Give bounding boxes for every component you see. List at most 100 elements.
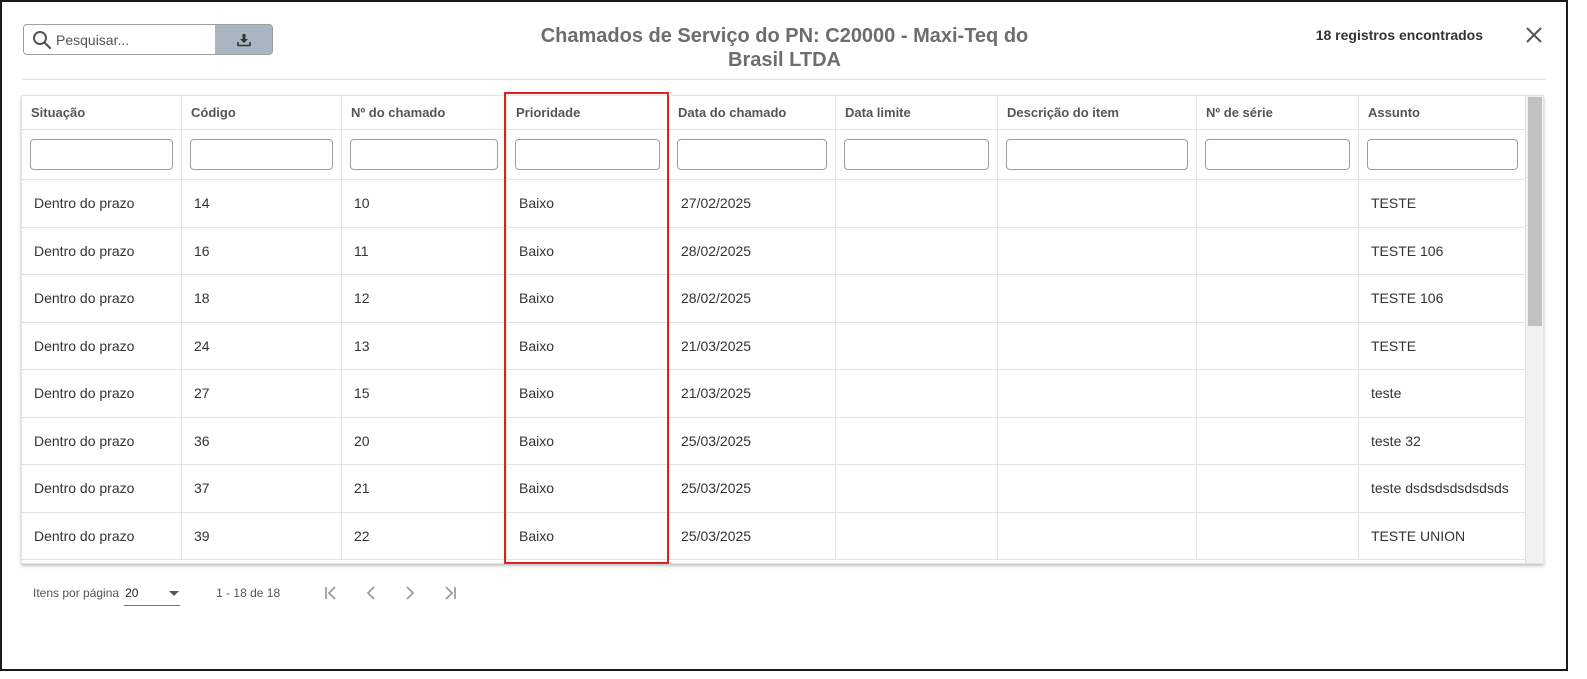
table-cell: TESTE UNION xyxy=(1371,527,1466,544)
table-cell: Dentro do prazo xyxy=(22,275,182,322)
close-button[interactable] xyxy=(1524,25,1544,45)
filter-input-data-limite[interactable] xyxy=(844,139,989,170)
table-cell xyxy=(1197,417,1359,464)
last-page-button[interactable] xyxy=(439,583,459,603)
filter-input-assunto[interactable] xyxy=(1367,139,1518,170)
table-cell: Dentro do prazo xyxy=(22,512,182,559)
table-cell: Baixo xyxy=(507,370,669,417)
table-header-row: Situação Código Nº do chamado Prioridade… xyxy=(22,96,1526,130)
table-cell: 20 xyxy=(342,417,507,464)
table-cell: Dentro do prazo xyxy=(22,180,182,227)
items-per-page-select[interactable]: 20 xyxy=(124,580,181,606)
column-header[interactable]: Prioridade xyxy=(507,96,669,129)
table-cell xyxy=(836,227,998,274)
table-cell xyxy=(836,322,998,369)
table-cell: Baixo xyxy=(507,227,669,274)
table-row[interactable]: Dentro do prazo 16 11 Baixo 28/02/2025 T… xyxy=(22,227,1526,275)
table-cell xyxy=(1197,180,1359,227)
table-cell: 25/03/2025 xyxy=(669,512,836,559)
column-header[interactable]: Situação xyxy=(22,96,182,129)
column-header[interactable]: Código xyxy=(182,96,342,129)
table-cell: Dentro do prazo xyxy=(22,227,182,274)
table-cell: Baixo xyxy=(507,180,669,227)
scrollbar-thumb[interactable] xyxy=(1528,97,1542,326)
table-cell: 27/02/2025 xyxy=(669,180,836,227)
download-button[interactable] xyxy=(215,25,272,54)
table-cell xyxy=(1197,275,1359,322)
table-row[interactable]: Dentro do prazo 18 12 Baixo 28/02/2025 T… xyxy=(22,275,1526,323)
table-cell xyxy=(998,322,1197,369)
previous-page-button[interactable] xyxy=(361,583,381,603)
filter-input-numero-serie[interactable] xyxy=(1205,139,1350,170)
column-header[interactable]: Descrição do item xyxy=(998,96,1197,129)
page-navigation xyxy=(322,583,459,603)
column-header[interactable]: Assunto xyxy=(1359,96,1526,129)
download-icon xyxy=(236,33,251,46)
table-cell: 12 xyxy=(342,275,507,322)
table-cell: 21/03/2025 xyxy=(669,370,836,417)
table-row[interactable]: Dentro do prazo 36 20 Baixo 25/03/2025 t… xyxy=(22,417,1526,465)
search-icon xyxy=(33,30,52,49)
table-cell: 14 xyxy=(182,180,342,227)
table-cell: 18 xyxy=(182,275,342,322)
vertical-scrollbar[interactable] xyxy=(1525,96,1543,563)
pagination-bar: Itens por página 20 1 - 18 de 18 xyxy=(33,578,459,608)
filter-input-prioridade[interactable] xyxy=(515,139,660,170)
next-page-button[interactable] xyxy=(400,583,420,603)
table-cell: 24 xyxy=(182,322,342,369)
table-cell xyxy=(836,180,998,227)
table-cell: 36 xyxy=(182,417,342,464)
table-cell: Baixo xyxy=(507,275,669,322)
table-cell: 22 xyxy=(342,512,507,559)
table-cell xyxy=(998,227,1197,274)
table-cell: 15 xyxy=(342,370,507,417)
table-cell: TESTE 106 xyxy=(1371,242,1444,259)
table-cell: 16 xyxy=(182,227,342,274)
search-field[interactable] xyxy=(24,25,215,54)
table-cell: 11 xyxy=(342,227,507,274)
table-cell: 37 xyxy=(182,465,342,512)
next-page-icon xyxy=(406,586,415,600)
table-row[interactable]: Dentro do prazo 14 10 Baixo 27/02/2025 T… xyxy=(22,180,1526,228)
filter-input-situacao[interactable] xyxy=(30,139,173,170)
table-row[interactable]: Dentro do prazo 37 21 Baixo 25/03/2025 t… xyxy=(22,465,1526,513)
close-icon xyxy=(1526,27,1542,43)
column-header[interactable]: Data do chamado xyxy=(669,96,836,129)
filter-input-data-chamado[interactable] xyxy=(677,139,827,170)
table-cell: TESTE xyxy=(1371,195,1417,212)
table-cell: Baixo xyxy=(507,465,669,512)
table-cell xyxy=(998,465,1197,512)
table-cell xyxy=(998,512,1197,559)
header-divider xyxy=(23,79,1545,80)
table-cell xyxy=(998,370,1197,417)
page-range-label: 1 - 18 de 18 xyxy=(216,586,281,600)
table-cell: 27 xyxy=(182,370,342,417)
table-cell: Dentro do prazo xyxy=(22,417,182,464)
filter-input-descricao-item[interactable] xyxy=(1006,139,1188,170)
table-cell: 25/03/2025 xyxy=(669,465,836,512)
table-cell xyxy=(1197,322,1359,369)
column-header[interactable]: Nº do chamado xyxy=(342,96,507,129)
filter-row xyxy=(22,130,1526,180)
table-cell xyxy=(1197,512,1359,559)
table-cell: Baixo xyxy=(507,512,669,559)
filter-input-codigo[interactable] xyxy=(190,139,333,170)
table-row[interactable]: Dentro do prazo 27 15 Baixo 21/03/2025 t… xyxy=(22,370,1526,418)
first-page-button[interactable] xyxy=(322,583,342,603)
table-cell xyxy=(998,275,1197,322)
column-header[interactable]: Data limite xyxy=(836,96,998,129)
table-cell: 39 xyxy=(182,512,342,559)
data-table: Situação Código Nº do chamado Prioridade… xyxy=(21,95,1544,564)
table-cell: 28/02/2025 xyxy=(669,227,836,274)
table-cell: 13 xyxy=(342,322,507,369)
table-row[interactable]: Dentro do prazo 39 22 Baixo 25/03/2025 T… xyxy=(22,512,1526,560)
table-cell: TESTE xyxy=(1371,337,1417,354)
table-cell: teste 32 xyxy=(1371,432,1421,449)
column-header[interactable]: Nº de série xyxy=(1197,96,1359,129)
search-bar xyxy=(23,24,273,55)
records-count: 18 registros encontrados xyxy=(1315,27,1483,43)
filter-input-numero-chamado[interactable] xyxy=(350,139,498,170)
table-cell xyxy=(836,370,998,417)
search-input[interactable] xyxy=(56,31,206,48)
table-row[interactable]: Dentro do prazo 24 13 Baixo 21/03/2025 T… xyxy=(22,322,1526,370)
